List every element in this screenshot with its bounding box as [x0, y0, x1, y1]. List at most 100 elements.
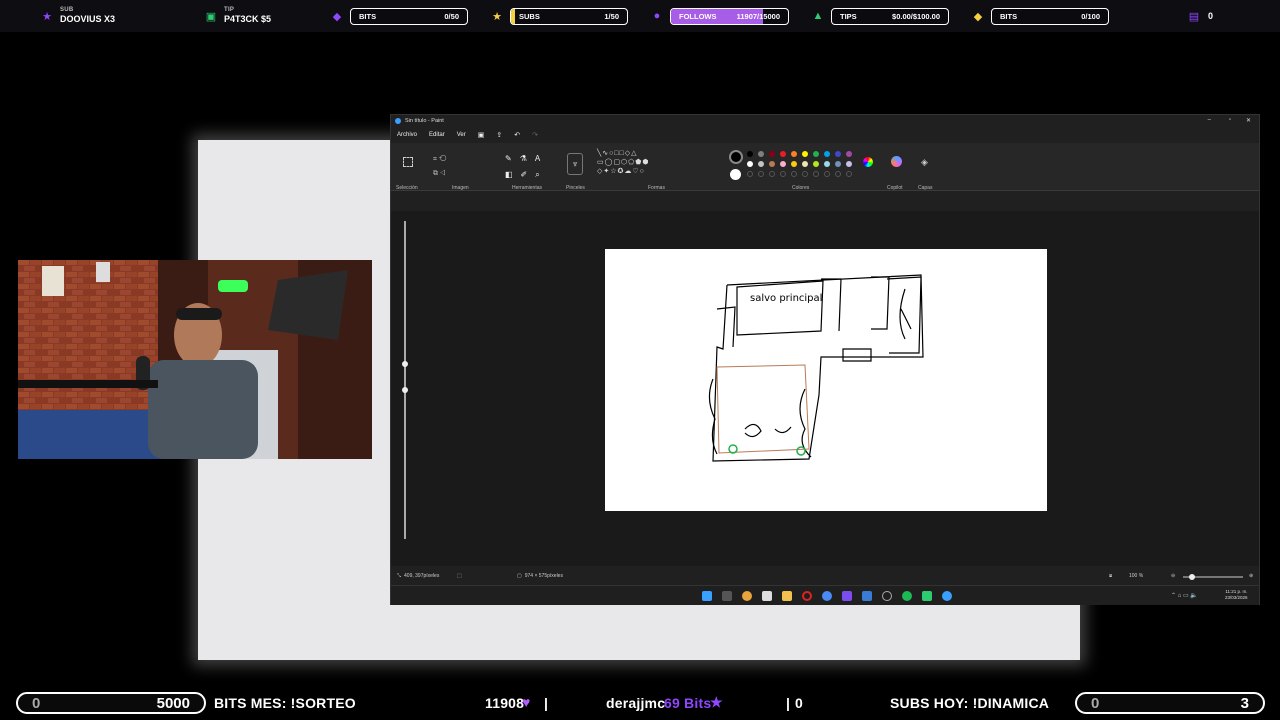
chrome-icon[interactable] [742, 591, 752, 601]
folder-icon[interactable] [782, 591, 792, 601]
palette-swatch[interactable] [769, 161, 775, 167]
layers-icon[interactable]: ◈ [921, 157, 928, 168]
stream-top-bar: ★ SUB DOOVIUS X3 ▣ TIP P4T3CK $5 ◆ BITS … [0, 0, 1280, 32]
subs-goal-label: SUBS [519, 12, 540, 21]
palette-swatch[interactable] [813, 161, 819, 167]
palette-swatch[interactable] [824, 151, 830, 157]
app-icon[interactable] [842, 591, 852, 601]
share-icon[interactable]: ⇪ [496, 131, 502, 139]
palette-empty-swatch[interactable] [780, 171, 786, 177]
size-slider-thumb[interactable] [402, 361, 408, 367]
group-label-pinceles: Pinceles [566, 185, 585, 191]
group-label-imagen: Imagen [452, 185, 469, 191]
taskview-icon[interactable] [722, 591, 732, 601]
palette-swatch[interactable] [791, 151, 797, 157]
undo-icon[interactable]: ↶ [514, 131, 520, 139]
zoom-out-icon[interactable]: ⊖ [1171, 573, 1175, 579]
palette-empty-swatch[interactable] [802, 171, 808, 177]
brush-size-slider[interactable] [404, 221, 406, 539]
palette-empty-swatch[interactable] [813, 171, 819, 177]
palette-swatch[interactable] [769, 151, 775, 157]
obs-icon[interactable] [882, 591, 892, 601]
close-icon[interactable]: ✕ [1246, 117, 1251, 124]
heart-icon: ♥ [522, 694, 531, 710]
palette-swatch[interactable] [802, 161, 808, 167]
menu-ver[interactable]: Ver [457, 132, 466, 138]
opera-icon[interactable] [802, 591, 812, 601]
selection-size-icon: ⬚ [457, 573, 462, 579]
follows-goal-label: FOLLOWS [679, 12, 717, 21]
palette-swatch[interactable] [747, 151, 753, 157]
opacity-slider-thumb[interactable] [402, 387, 408, 393]
fit-window-icon[interactable]: ⧈ [1109, 573, 1112, 579]
drawing-canvas[interactable]: salvo principal [605, 249, 1047, 511]
menu-editar[interactable]: Editar [429, 132, 445, 138]
store-icon[interactable] [762, 591, 772, 601]
palette-swatch[interactable] [758, 161, 764, 167]
color-palette[interactable] [747, 151, 857, 183]
browser-icon[interactable] [822, 591, 832, 601]
palette-swatch[interactable] [780, 151, 786, 157]
subs-goal-pill: SUBS 1/50 [510, 8, 628, 25]
palette-swatch[interactable] [791, 161, 797, 167]
palette-swatch[interactable] [780, 161, 786, 167]
zoom-in-icon[interactable]: ⊕ [1249, 573, 1253, 579]
image-tools[interactable]: ⌗ ⟲ ⧉ ◁ [433, 153, 446, 181]
bits2-goal-pill: BITS 0/100 [991, 8, 1109, 25]
edit-colors-icon[interactable] [863, 157, 873, 167]
zoom-slider-thumb[interactable] [1189, 574, 1195, 580]
ticker-sep-1: | [544, 695, 549, 711]
primary-color[interactable] [729, 150, 743, 164]
secondary-color[interactable] [730, 169, 741, 180]
star-icon: ★ [710, 694, 723, 710]
app2-icon[interactable] [862, 591, 872, 601]
selection-tool-icon[interactable] [403, 157, 413, 167]
bits2-goal-value: 0/100 [1081, 12, 1100, 21]
group-label-capas: Capas [918, 185, 933, 191]
diamond-icon: ◆ [973, 10, 983, 23]
brush-icon[interactable]: ♆ [567, 153, 583, 175]
tray-icons[interactable]: ⌃ ⌂ ▭ 🔈 [1171, 592, 1198, 599]
palette-empty-swatch[interactable] [824, 171, 830, 177]
subs-goal-value: 1/50 [604, 12, 619, 21]
palette-swatch[interactable] [835, 151, 841, 157]
paint-menubar: Archivo Editar Ver ▣ ⇪ ↶ ↷ [391, 127, 1259, 143]
palette-swatch[interactable] [835, 161, 841, 167]
palette-swatch[interactable] [846, 151, 852, 157]
tips-goal-pill: TIPS $0.00/$100.00 [831, 8, 949, 25]
copilot-icon[interactable] [891, 156, 902, 167]
palette-empty-swatch[interactable] [769, 171, 775, 177]
palette-empty-swatch[interactable] [758, 171, 764, 177]
maximize-icon[interactable]: ▫ [1229, 117, 1231, 123]
redo-icon[interactable]: ↷ [532, 131, 538, 139]
drawing-tools[interactable]: ✎⚗A ◧✐⌕ [505, 151, 548, 183]
group-label-herramientas: Herramientas [512, 185, 543, 191]
palette-swatch[interactable] [824, 161, 830, 167]
shapes-gallery[interactable]: ╲∿○□□◇△ ▭◯▢⬡⬠⬟⬢ ◇✦☆✪☁♡○ [597, 149, 649, 176]
menu-archivo[interactable]: Archivo [397, 132, 417, 138]
zoom-level[interactable]: 100 % [1129, 573, 1143, 579]
palette-empty-swatch[interactable] [791, 171, 797, 177]
drawing-sketch: salvo principal [708, 274, 924, 462]
minimize-icon[interactable]: – [1208, 117, 1211, 123]
group-label-seleccion: Selección [396, 185, 418, 191]
palette-empty-swatch[interactable] [747, 171, 753, 177]
gem-icon: ◆ [332, 10, 342, 23]
palette-swatch[interactable] [802, 151, 808, 157]
spotify-icon[interactable] [902, 591, 912, 601]
twitch-icon: ▤ [1188, 10, 1200, 23]
start-icon[interactable] [702, 591, 712, 601]
palette-swatch[interactable] [846, 161, 852, 167]
palette-swatch[interactable] [813, 151, 819, 157]
clock[interactable]: 11:21 p. m. 23/03/2026 [1225, 589, 1248, 601]
app3-icon[interactable] [922, 591, 932, 601]
palette-swatch[interactable] [747, 161, 753, 167]
follows-goal-pill: FOLLOWS 11907/15000 [670, 8, 789, 25]
palette-empty-swatch[interactable] [835, 171, 841, 177]
paint-taskbar-icon[interactable] [942, 591, 952, 601]
palette-swatch[interactable] [758, 151, 764, 157]
follows-goal-value: 11907/15000 [736, 12, 780, 21]
save-icon[interactable]: ▣ [478, 131, 485, 139]
daily-subs-max: 3 [1240, 694, 1249, 712]
palette-empty-swatch[interactable] [846, 171, 852, 177]
